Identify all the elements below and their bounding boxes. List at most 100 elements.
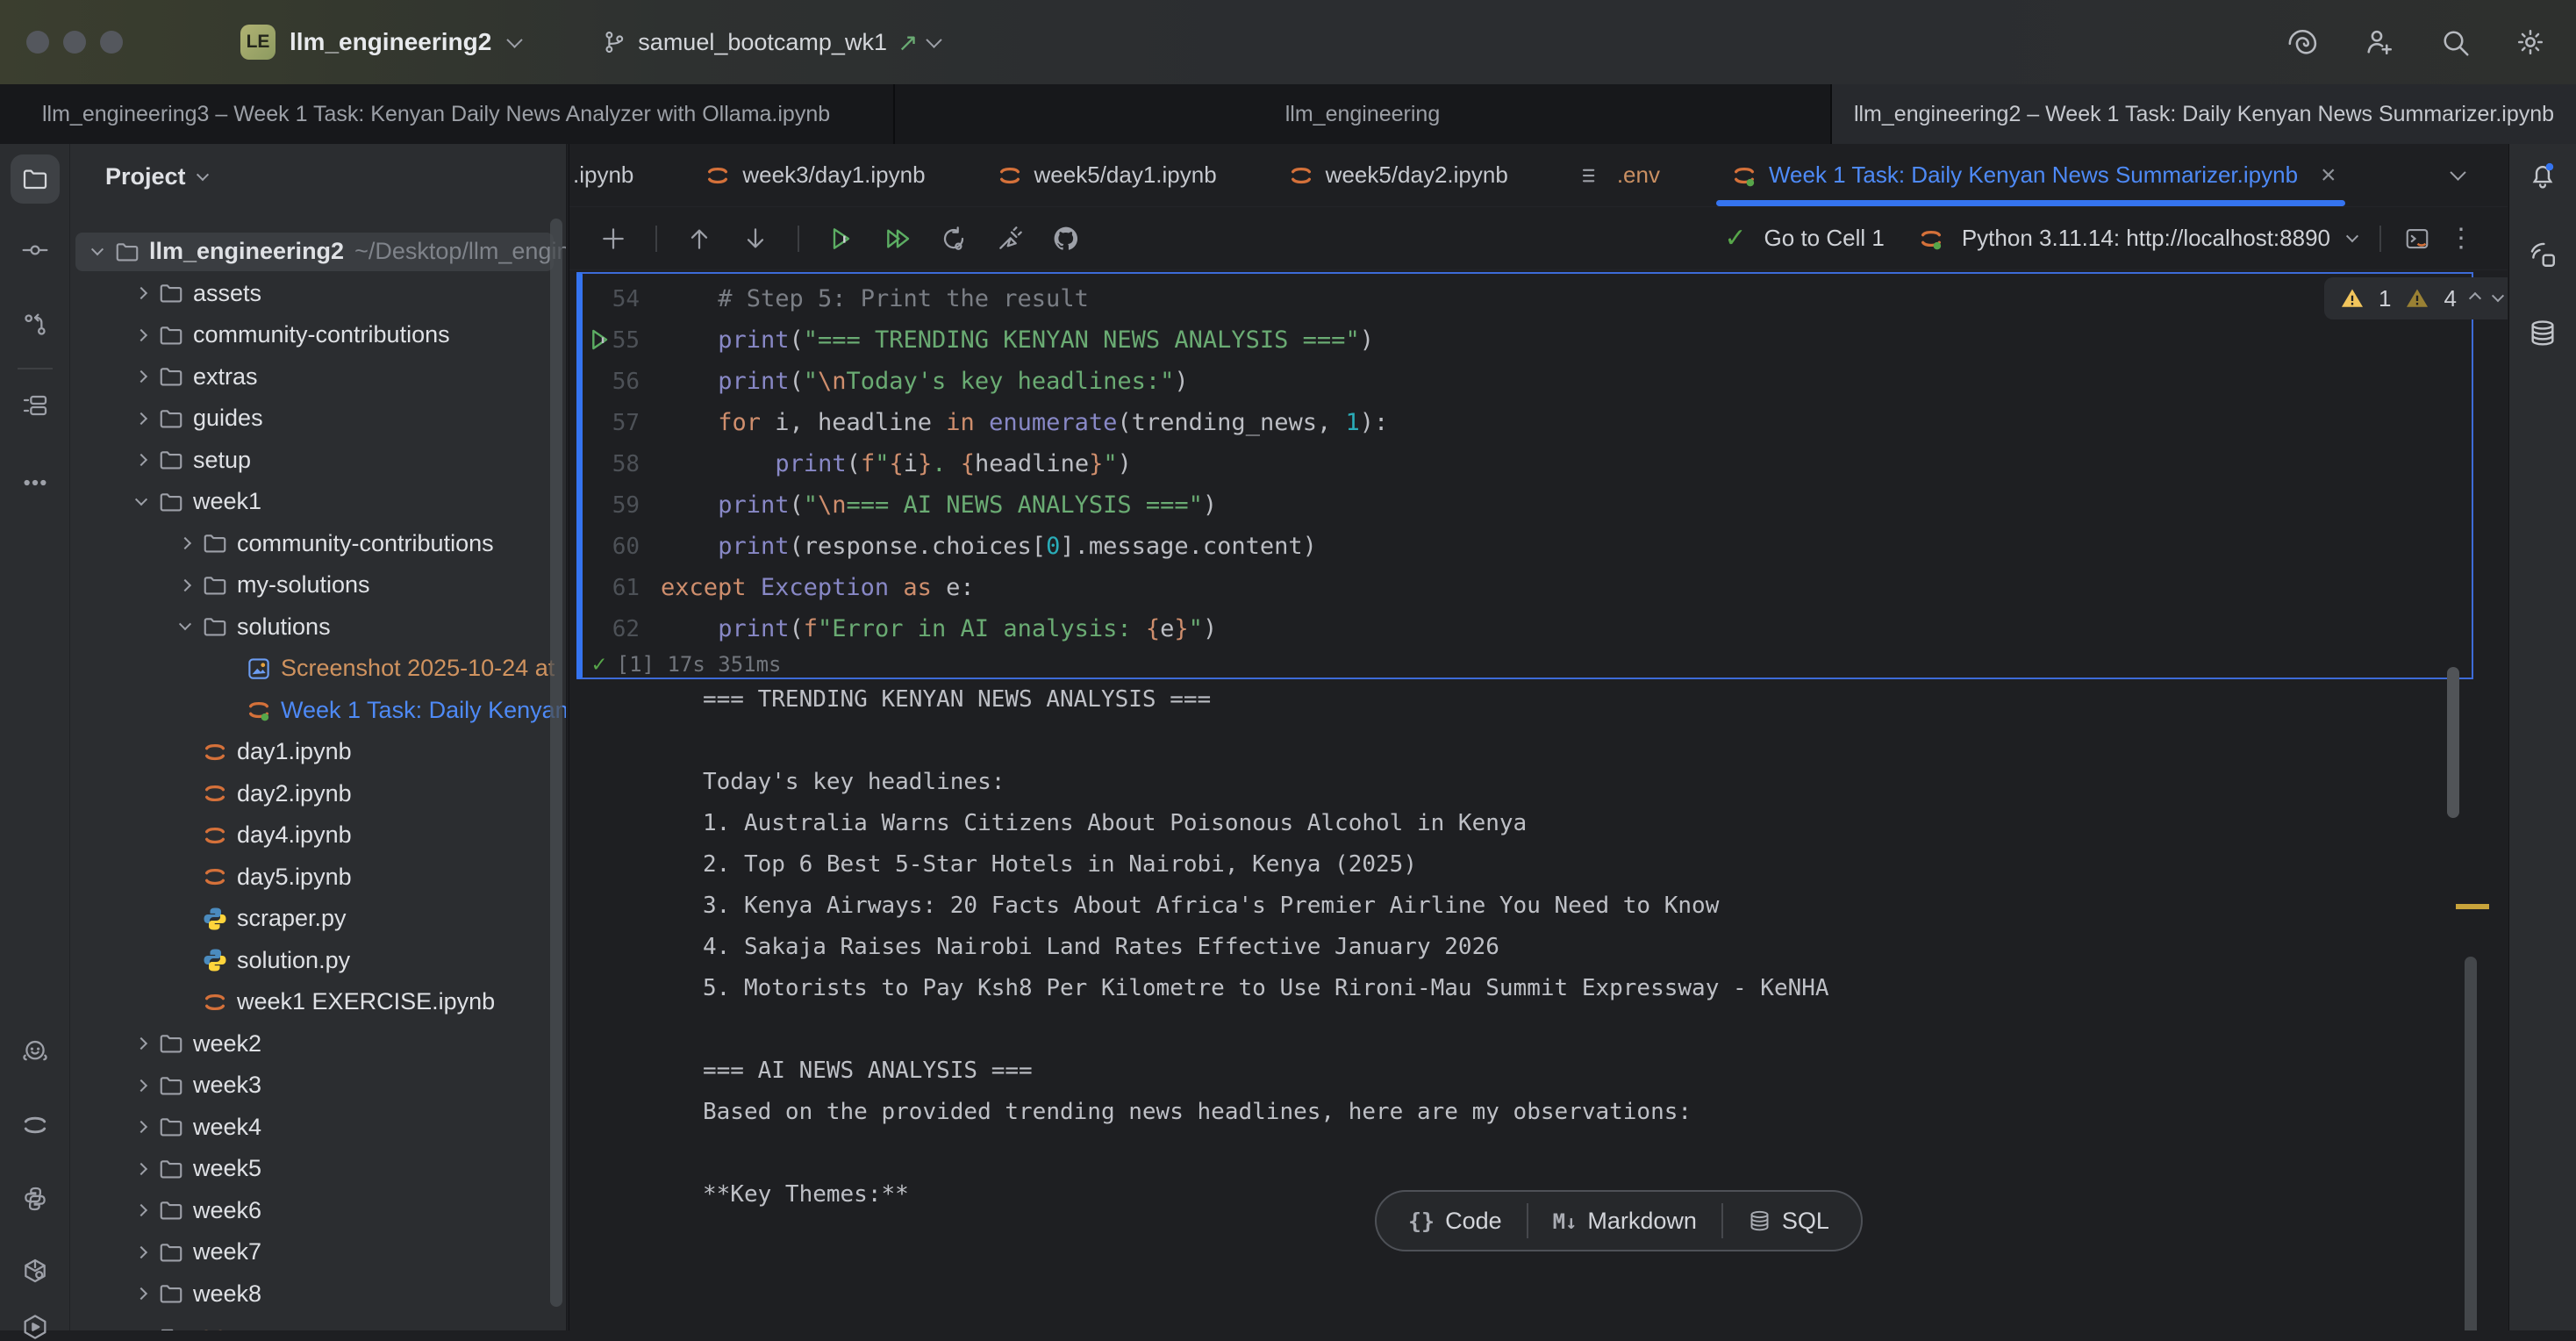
tree-row-assets[interactable]: assets xyxy=(70,273,566,315)
tree-row-solution-py[interactable]: solution.py xyxy=(70,940,566,982)
chevron-down-icon[interactable] xyxy=(170,622,200,631)
tree-row-day2-ipynb[interactable]: day2.ipynb xyxy=(70,773,566,815)
chevron-right-icon[interactable] xyxy=(126,1206,156,1215)
zoom-button[interactable] xyxy=(100,31,123,54)
tree-row-day4-ipynb[interactable]: day4.ipynb xyxy=(70,814,566,857)
branch-widget[interactable]: samuel_bootcamp_wk1 ↗ xyxy=(601,28,940,57)
run-cell-gutter-icon[interactable] xyxy=(585,326,613,354)
restart-kernel-icon[interactable] xyxy=(940,225,968,253)
tree-row-solutions[interactable]: solutions xyxy=(70,606,566,649)
editor-tab[interactable]: .env xyxy=(1578,144,1660,206)
editor-tab[interactable]: .ipynb xyxy=(573,144,633,206)
tree-row-week1[interactable]: week1 xyxy=(70,481,566,523)
editor-tab[interactable]: Week 1 Task: Daily Kenyan News Summarize… xyxy=(1730,144,2336,206)
chevron-right-icon[interactable] xyxy=(170,539,200,548)
clear-outputs-icon[interactable] xyxy=(996,225,1024,253)
tree-row-llm-engineering2[interactable]: llm_engineering2~/Desktop/llm_engineerin… xyxy=(70,231,566,273)
chevron-right-icon[interactable] xyxy=(126,1248,156,1257)
tree-row-week4[interactable]: week4 xyxy=(70,1107,566,1149)
editor-tab[interactable]: week5/day2.ipynb xyxy=(1287,144,1508,206)
chevron-down-icon[interactable] xyxy=(126,498,156,506)
tree-row-setup[interactable]: setup xyxy=(70,440,566,482)
chevron-right-icon[interactable] xyxy=(126,1165,156,1173)
window-tab[interactable]: llm_engineering xyxy=(893,84,1832,144)
run-all-icon[interactable] xyxy=(884,225,912,253)
tree-row-week7[interactable]: week7 xyxy=(70,1231,566,1273)
add-code-cell-button[interactable]: {}Code xyxy=(1384,1208,1527,1235)
add-user-icon[interactable] xyxy=(2364,26,2395,58)
remote-dev-icon[interactable] xyxy=(2528,240,2558,269)
tree-row-week5[interactable]: week5 xyxy=(70,1148,566,1190)
close-icon[interactable]: × xyxy=(2321,161,2336,190)
editor-scrollbar[interactable] xyxy=(2465,957,2477,1330)
chevron-right-icon[interactable] xyxy=(170,581,200,590)
tree-row-extras[interactable]: extras xyxy=(70,356,566,398)
window-tab-active[interactable]: llm_engineering2 – Week 1 Task: Daily Ke… xyxy=(1832,84,2576,144)
move-down-icon[interactable] xyxy=(741,225,769,253)
chevron-down-icon[interactable] xyxy=(507,32,523,47)
tree-row-my-solutions[interactable]: my-solutions xyxy=(70,564,566,606)
goto-cell-button[interactable]: Go to Cell 1 xyxy=(1764,225,1885,252)
minimize-button[interactable] xyxy=(63,31,86,54)
jupyter-console-icon[interactable] xyxy=(2404,226,2430,252)
github-icon[interactable] xyxy=(1052,225,1080,253)
tab-list-chevron-icon[interactable] xyxy=(2450,164,2465,180)
tree-row-day1-ipynb[interactable]: day1.ipynb xyxy=(70,731,566,773)
python-console-icon[interactable] xyxy=(21,1185,49,1213)
pull-request-icon[interactable] xyxy=(21,311,49,339)
move-up-icon[interactable] xyxy=(685,225,713,253)
services-icon[interactable] xyxy=(21,1313,49,1341)
chevron-right-icon[interactable] xyxy=(126,331,156,340)
tree-row-guides[interactable]: guides xyxy=(70,398,566,440)
tree-row-screenshot-2025-10-24-at[interactable]: Screenshot 2025-10-24 at xyxy=(70,648,566,690)
chevron-right-icon[interactable] xyxy=(126,1122,156,1131)
inspections-widget[interactable]: 14 xyxy=(2324,277,2508,319)
tree-row-community-contributions[interactable]: community-contributions xyxy=(70,523,566,565)
tree-row-week-1-task-daily-kenyan[interactable]: Week 1 Task: Daily Kenyan xyxy=(70,690,566,732)
run-cell-icon[interactable] xyxy=(827,225,855,253)
tree-row-week8[interactable]: week8 xyxy=(70,1273,566,1316)
database-icon[interactable] xyxy=(2528,319,2558,348)
editor-tab[interactable]: week5/day1.ipynb xyxy=(996,144,1217,206)
chevron-right-icon[interactable] xyxy=(126,1039,156,1048)
tree-row-community-contributions[interactable]: community-contributions xyxy=(70,314,566,356)
chevron-right-icon[interactable] xyxy=(126,1081,156,1090)
close-button[interactable] xyxy=(26,31,49,54)
project-name[interactable]: llm_engineering2 xyxy=(290,28,491,56)
add-sql-cell-button[interactable]: SQL xyxy=(1723,1208,1854,1235)
chevron-right-icon[interactable] xyxy=(126,372,156,381)
more-icon[interactable] xyxy=(21,469,49,497)
tree-scrollbar[interactable] xyxy=(550,219,562,1307)
commit-icon[interactable] xyxy=(21,236,49,264)
kernel-selector[interactable]: Python 3.11.14: http://localhost:8890 xyxy=(1962,225,2330,252)
tree-row-day5-ipynb[interactable]: day5.ipynb xyxy=(70,857,566,899)
chevron-right-icon[interactable] xyxy=(126,455,156,464)
window-controls[interactable] xyxy=(0,31,137,54)
prev-warning-icon[interactable] xyxy=(2469,292,2481,305)
editor-tab[interactable]: week3/day1.ipynb xyxy=(704,144,925,206)
chevron-right-icon[interactable] xyxy=(126,1289,156,1298)
notebook-code-cell[interactable]: 54# Step 5: Print the result55print("===… xyxy=(576,272,2473,679)
tree-row-week3[interactable]: week3 xyxy=(70,1065,566,1107)
more-vertical-icon[interactable]: ⋮ xyxy=(2448,223,2474,254)
structure-icon[interactable] xyxy=(21,391,49,420)
output-scrollbar[interactable] xyxy=(2447,667,2459,818)
python-packages-icon[interactable] xyxy=(21,1257,49,1285)
settings-icon[interactable] xyxy=(2515,26,2546,58)
search-icon[interactable] xyxy=(2439,26,2471,58)
next-warning-icon[interactable] xyxy=(2492,290,2504,302)
project-folder-icon[interactable] xyxy=(11,154,60,204)
ai-assistant-icon[interactable] xyxy=(2288,26,2320,58)
chevron-right-icon[interactable] xyxy=(126,414,156,423)
chevron-right-icon[interactable] xyxy=(126,289,156,298)
tree-row--env[interactable]: .env xyxy=(70,1315,566,1330)
chevron-down-icon[interactable] xyxy=(82,247,112,256)
chevron-down-icon[interactable] xyxy=(2346,230,2358,242)
tree-row-week6[interactable]: week6 xyxy=(70,1190,566,1232)
add-markdown-cell-button[interactable]: M↓Markdown xyxy=(1528,1208,1721,1235)
jupyter-tool-icon[interactable] xyxy=(21,1111,49,1139)
tree-row-week1-exercise-ipynb[interactable]: week1 EXERCISE.ipynb xyxy=(70,981,566,1023)
add-cell-icon[interactable] xyxy=(599,225,627,253)
chevron-down-icon[interactable] xyxy=(927,32,942,47)
huggingface-icon[interactable] xyxy=(21,1037,49,1065)
